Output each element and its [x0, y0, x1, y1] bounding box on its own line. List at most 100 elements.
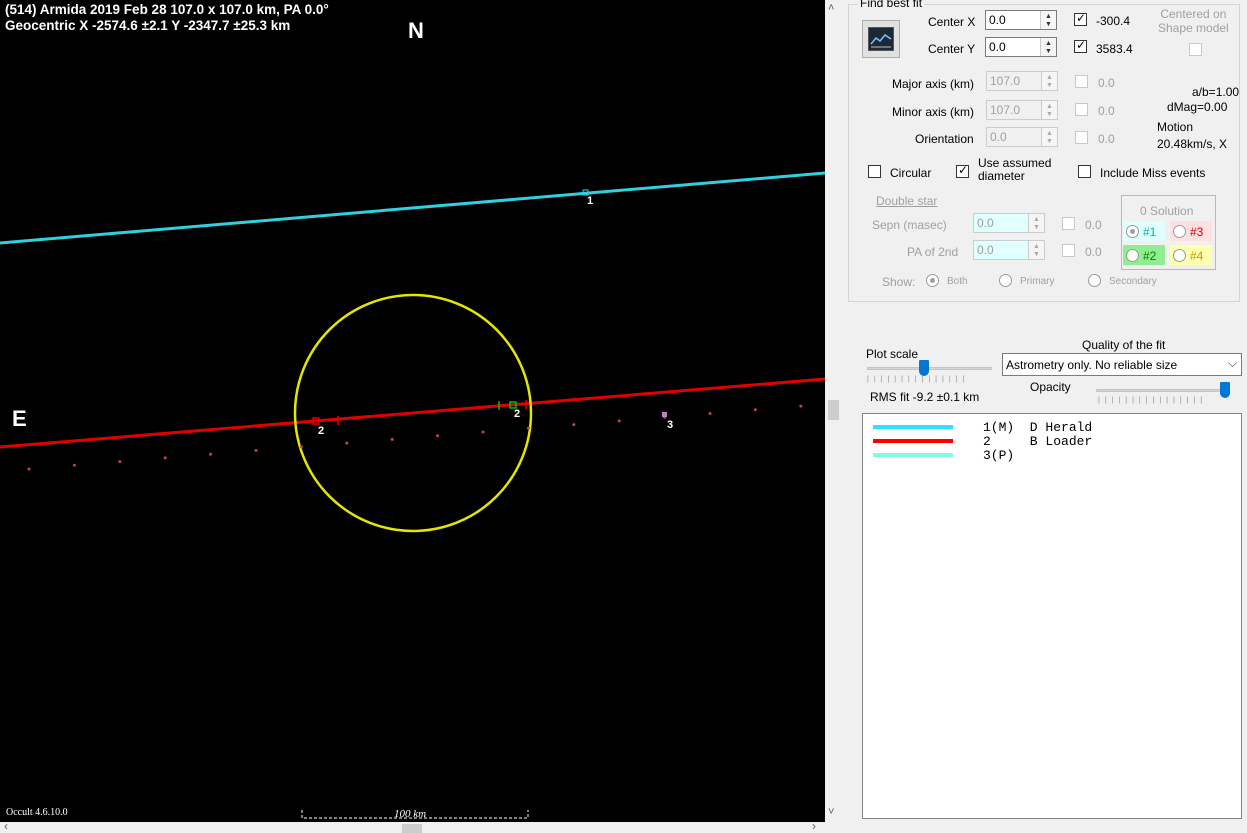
center-x-stepper[interactable]: 0.0 ▲ ▼	[985, 10, 1057, 30]
vertical-scrollbar[interactable]: ˄ ˅	[825, 0, 842, 822]
orientation-spin-buttons[interactable]: ▲ ▼	[1041, 128, 1057, 146]
sepn-fit-value: 0.0	[1085, 218, 1102, 232]
quality-label: Quality of the fit	[1082, 338, 1166, 352]
rms-fit-label: RMS fit -9.2 ±0.1 km	[870, 390, 980, 404]
plot-title-line1: (514) Armida 2019 Feb 28 107.0 x 107.0 k…	[5, 2, 329, 17]
solution-4-radio[interactable]	[1173, 249, 1186, 262]
center-x-spin-buttons[interactable]: ▲ ▼	[1040, 11, 1056, 29]
center-y-label: Center Y	[928, 42, 976, 56]
quality-value: Astrometry only. No reliable size	[1006, 358, 1178, 372]
center-x-label: Center X	[928, 15, 976, 29]
center-y-value: 0.0	[989, 40, 1006, 54]
north-label: N	[408, 18, 424, 43]
fit-graph-icon	[868, 27, 894, 51]
centered-on-shape-checkbox[interactable]	[1189, 43, 1202, 56]
pa-of-2nd-spin-buttons[interactable]: ▲ ▼	[1028, 241, 1044, 259]
solution-2-radio[interactable]	[1126, 249, 1139, 262]
show-secondary-radio[interactable]	[1088, 274, 1101, 287]
horizontal-scroll-thumb[interactable]	[402, 824, 422, 833]
center-x-fit-checkbox[interactable]: ✓	[1074, 11, 1087, 26]
show-both-radio[interactable]	[926, 274, 939, 287]
path-dots	[27, 404, 803, 471]
solution-3[interactable]: #3	[1170, 221, 1212, 241]
find-best-fit-button[interactable]	[862, 20, 900, 58]
major-axis-fit-value: 0.0	[1098, 76, 1115, 90]
scroll-left-icon[interactable]: ‹	[4, 819, 8, 833]
horizontal-scrollbar[interactable]: ‹ ›	[0, 819, 825, 833]
plot-area[interactable]: (514) Armida 2019 Feb 28 107.0 x 107.0 k…	[0, 0, 825, 822]
show-secondary-label: Secondary	[1109, 276, 1157, 287]
solution-3-label: #3	[1190, 225, 1204, 239]
scroll-up-icon[interactable]: ˄	[828, 2, 834, 14]
opacity-label: Opacity	[1030, 380, 1071, 394]
solution-1-radio[interactable]	[1126, 225, 1139, 238]
opacity-slider[interactable]	[1220, 382, 1230, 398]
orientation-fit-checkbox[interactable]	[1075, 131, 1088, 144]
center-y-fit-value: 3583.4	[1096, 42, 1133, 56]
legend-row-2[interactable]: 2 B Loader	[863, 434, 1241, 449]
solution-2-label: #2	[1143, 249, 1157, 263]
path-dot	[299, 445, 303, 449]
sepn-value: 0.0	[977, 216, 994, 230]
scroll-right-icon[interactable]: ›	[812, 819, 816, 833]
ab-ratio-label: a/b=1.00	[1192, 85, 1240, 99]
quality-dropdown[interactable]: Astrometry only. No reliable size ⌵	[1002, 353, 1242, 376]
center-y-spin-buttons[interactable]: ▲ ▼	[1040, 38, 1056, 56]
major-axis-stepper[interactable]: 107.0 ▲ ▼	[986, 71, 1058, 91]
chord-label-1: 1	[587, 195, 594, 207]
sepn-label: Sepn (masec)	[872, 218, 947, 232]
solution-1[interactable]: #1	[1123, 221, 1165, 241]
east-label: E	[12, 406, 27, 431]
path-dot	[753, 408, 757, 412]
path-dot	[708, 412, 712, 415]
solution-2[interactable]: #2	[1123, 245, 1165, 265]
pa-of-2nd-fit-value: 0.0	[1085, 245, 1102, 259]
show-primary-radio[interactable]	[999, 274, 1012, 287]
include-miss-events-checkbox[interactable]	[1078, 165, 1091, 178]
use-assumed-diameter-checkbox[interactable]: ✓	[956, 163, 969, 178]
solution-3-radio[interactable]	[1173, 225, 1186, 238]
center-x-fit-value: -300.4	[1096, 14, 1131, 28]
path-dot	[481, 430, 485, 434]
show-primary-label: Primary	[1020, 276, 1055, 287]
solution-4[interactable]: #4	[1170, 245, 1212, 265]
motion-value: 20.48km/s, X	[1157, 137, 1228, 151]
sepn-stepper[interactable]: 0.0 ▲ ▼	[973, 213, 1045, 233]
plot-scale-slider[interactable]	[918, 360, 929, 376]
minor-axis-fit-checkbox[interactable]	[1075, 103, 1088, 116]
chord-label-2b: 2	[514, 408, 521, 420]
sepn-spin-buttons[interactable]: ▲ ▼	[1028, 214, 1044, 232]
pa-of-2nd-fit-checkbox[interactable]	[1062, 244, 1075, 257]
plot-scale-label: Plot scale	[866, 347, 919, 361]
path-dot	[799, 404, 803, 408]
major-axis-fit-checkbox[interactable]	[1075, 75, 1088, 88]
major-axis-spin-buttons[interactable]: ▲ ▼	[1041, 72, 1057, 90]
legend-text-3: 3(P)	[983, 448, 1015, 463]
path-dot	[572, 423, 576, 427]
minor-axis-spin-buttons[interactable]: ▲ ▼	[1041, 101, 1057, 119]
show-label: Show:	[882, 275, 916, 289]
motion-label: Motion	[1157, 120, 1194, 134]
vertical-scroll-thumb[interactable]	[828, 400, 839, 420]
center-y-stepper[interactable]: 0.0 ▲ ▼	[985, 37, 1057, 57]
double-star-label: Double star	[876, 194, 938, 208]
scroll-down-icon[interactable]: ˅	[828, 806, 834, 818]
legend-row-1[interactable]: 1(M) D Herald	[863, 420, 1241, 435]
scale-label: 100 km	[394, 808, 427, 820]
centered-on-shape-label: Centered on Shape model	[1158, 7, 1229, 35]
observer-legend[interactable]: 1(M) D Herald 2 B Loader 3(P)	[862, 413, 1242, 819]
path-dot	[27, 467, 31, 471]
center-y-fit-checkbox[interactable]: ✓	[1074, 38, 1087, 53]
pa-of-2nd-stepper[interactable]: 0.0 ▲ ▼	[973, 240, 1045, 260]
legend-row-3[interactable]: 3(P)	[863, 448, 1241, 463]
major-axis-value: 107.0	[990, 74, 1021, 88]
orientation-stepper[interactable]: 0.0 ▲ ▼	[986, 127, 1058, 147]
minor-axis-stepper[interactable]: 107.0 ▲ ▼	[986, 100, 1058, 120]
use-assumed-diameter-label: Use assumed diameter	[978, 156, 1052, 183]
legend-swatch-2	[873, 439, 953, 443]
circular-checkbox[interactable]	[868, 165, 881, 178]
sepn-fit-checkbox[interactable]	[1062, 217, 1075, 230]
path-dot	[209, 452, 213, 456]
plot-scale-track[interactable]	[867, 367, 992, 370]
opacity-track[interactable]	[1096, 389, 1230, 392]
